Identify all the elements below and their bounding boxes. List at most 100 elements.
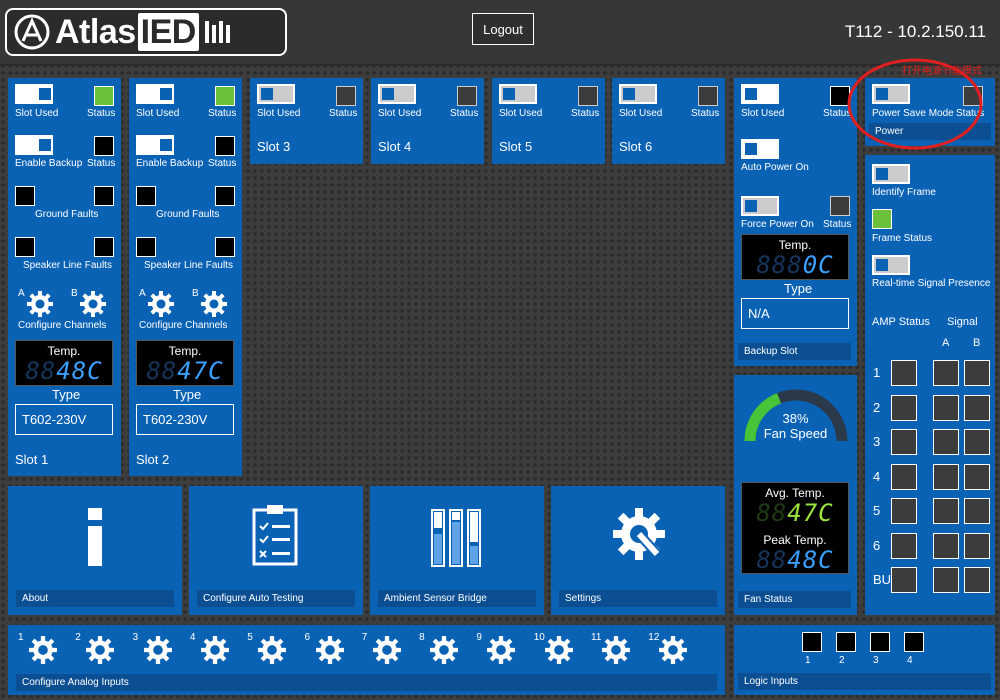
about-tile[interactable]: About xyxy=(8,486,182,615)
logout-button[interactable]: Logout xyxy=(472,13,534,45)
channel-a-gear-icon[interactable] xyxy=(26,290,54,318)
amp-row-label: 3 xyxy=(873,434,881,449)
amp-status-indicator xyxy=(891,394,917,421)
ambient-sensor-label: Ambient Sensor Bridge xyxy=(378,590,536,607)
backup-slot-panel: Slot Used Status Auto Power On Force Pow… xyxy=(734,78,857,366)
identify-frame-label: Identify Frame xyxy=(872,187,936,198)
slot-used-toggle[interactable] xyxy=(257,84,295,104)
channel-b-label: B xyxy=(192,288,199,299)
temp-dim-digits: 88 xyxy=(25,357,57,385)
analog-input-gear-icon[interactable] xyxy=(601,635,631,665)
signal-a-indicator xyxy=(933,567,959,593)
analog-input-gear-icon[interactable] xyxy=(28,635,58,665)
logic-input-number: 4 xyxy=(907,655,913,666)
backup-status-indicator xyxy=(94,136,114,156)
status-indicator xyxy=(336,86,356,106)
slot-name: Slot 5 xyxy=(499,139,533,154)
slot-used-toggle[interactable] xyxy=(136,84,174,104)
logic-inputs-title-bar: Logic Inputs xyxy=(738,673,991,690)
slot-used-toggle[interactable] xyxy=(15,84,53,104)
atlasied-logo: Atlas IED xyxy=(5,8,287,56)
enable-backup-toggle[interactable] xyxy=(15,135,53,155)
amp-status-indicator xyxy=(891,463,917,490)
channel-b-gear-icon[interactable] xyxy=(200,290,228,318)
channel-b-gear-icon[interactable] xyxy=(79,290,107,318)
amp-row-label: 1 xyxy=(873,365,881,380)
temp-dim-digits: 888 xyxy=(756,251,803,279)
slot-1-panel: Slot Used Status Enable Backup Status Gr… xyxy=(8,78,121,476)
slot-name: Slot 1 xyxy=(15,452,49,467)
analog-input-gear-icon[interactable] xyxy=(315,635,345,665)
avg-temp-value: 47C xyxy=(787,499,834,527)
fan-status-panel: 38% Fan Speed Avg. Temp. 8847C Peak Temp… xyxy=(734,375,857,615)
force-power-on-toggle[interactable] xyxy=(741,196,779,216)
analog-input-gear-icon[interactable] xyxy=(257,635,287,665)
signal-b-indicator xyxy=(964,498,990,524)
slot-used-label: Slot Used xyxy=(378,108,422,119)
signal-b-indicator xyxy=(964,394,990,421)
analog-input-number: 1 xyxy=(18,632,24,643)
frame-status-label: Frame Status xyxy=(872,233,933,244)
analog-input-gear-icon[interactable] xyxy=(143,635,173,665)
slot-used-label: Slot Used xyxy=(136,108,180,119)
identify-frame-toggle[interactable] xyxy=(872,164,910,184)
analog-input-gear-icon[interactable] xyxy=(486,635,516,665)
analog-input-gear-icon[interactable] xyxy=(429,635,459,665)
about-label: About xyxy=(16,590,174,607)
analog-input-number: 11 xyxy=(591,632,602,643)
enable-backup-label: Enable Backup xyxy=(15,158,83,169)
temp-dim-digits: 88 xyxy=(146,357,178,385)
peak-temp-value: 48C xyxy=(787,546,834,574)
auto-power-on-label: Auto Power On xyxy=(741,162,809,173)
logo-wordmark: Atlas IED xyxy=(55,12,199,52)
slot-used-toggle[interactable] xyxy=(378,84,416,104)
ground-fault-indicator-b xyxy=(94,186,114,206)
auto-power-on-toggle[interactable] xyxy=(741,139,779,159)
analog-input-number: 2 xyxy=(75,632,81,643)
slot-5-panel: Slot Used Status Slot 5 xyxy=(492,78,605,164)
fan-percent: 38% xyxy=(782,411,809,426)
device-title: T112 - 10.2.150.11 xyxy=(844,22,986,41)
backup-slot-title-bar: Backup Slot xyxy=(738,343,851,360)
fan-status-title: Fan Status xyxy=(744,594,793,605)
logic-input-number: 3 xyxy=(873,655,879,666)
slot-used-toggle[interactable] xyxy=(619,84,657,104)
configure-channels-label: Configure Channels xyxy=(18,320,107,331)
auto-testing-tile[interactable]: Configure Auto Testing xyxy=(189,486,363,615)
peak-temp-label: Peak Temp. xyxy=(763,533,827,547)
type-label: Type xyxy=(173,387,202,402)
status-label: Status xyxy=(571,108,600,119)
analog-input-gear-icon[interactable] xyxy=(544,635,574,665)
enable-backup-toggle[interactable] xyxy=(136,135,174,155)
info-icon xyxy=(88,508,102,566)
slot-name: Slot 2 xyxy=(136,452,170,467)
enable-backup-label: Enable Backup xyxy=(136,158,204,169)
slot-used-label: Slot Used xyxy=(499,108,543,119)
signal-presence-toggle[interactable] xyxy=(872,255,910,275)
slot-used-toggle[interactable] xyxy=(499,84,537,104)
analog-input-gear-icon[interactable] xyxy=(85,635,115,665)
analog-input-gear-icon[interactable] xyxy=(200,635,230,665)
settings-tile[interactable]: Settings xyxy=(551,486,725,615)
analog-input-gear-icon[interactable] xyxy=(658,635,688,665)
ground-fault-indicator-a xyxy=(15,186,35,206)
speaker-line-faults-label: Speaker Line Faults xyxy=(144,260,233,271)
backup-slot-used-toggle[interactable] xyxy=(741,84,779,104)
amp-row-label: 2 xyxy=(873,399,881,415)
channel-a-gear-icon[interactable] xyxy=(147,290,175,318)
signal-presence-label: Real-time Signal Presence xyxy=(872,278,991,289)
ground-faults-label: Ground Faults xyxy=(35,209,99,220)
highlight-circle xyxy=(847,58,983,150)
fan-speed-label: Fan Speed xyxy=(763,426,828,441)
analog-input-number: 6 xyxy=(304,632,311,643)
ground-faults-label: Ground Faults xyxy=(156,209,220,220)
ambient-sensor-tile[interactable]: Ambient Sensor Bridge xyxy=(370,486,544,615)
amp-row-label: BU xyxy=(873,572,892,587)
signal-col-b: B xyxy=(973,337,981,349)
ground-fault-indicator-b xyxy=(215,186,235,206)
amp-row-label: 5 xyxy=(873,503,881,518)
signal-col-a: A xyxy=(942,337,950,349)
channel-a-label: A xyxy=(139,288,146,299)
analog-input-gear-icon[interactable] xyxy=(372,635,402,665)
slot-name: Slot 6 xyxy=(619,139,653,154)
